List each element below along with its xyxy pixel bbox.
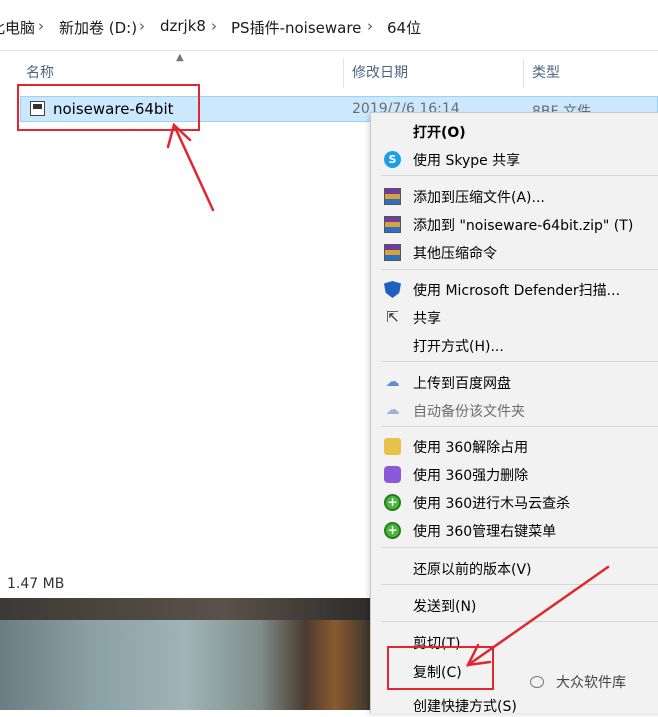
menu-item-label: 使用 360强力删除 [413,468,529,484]
wechat-icon [530,676,544,688]
menu-item-open[interactable]: 打开(O) [371,119,658,143]
menu-item-baidu-upload[interactable]: ☁ 上传到百度网盘 [371,370,658,394]
360-delete-icon [384,466,401,483]
menu-item-share[interactable]: ⇱ 共享 [371,305,658,329]
menu-item-label: 使用 Skype 共享 [413,153,521,169]
menu-separator [381,621,658,622]
menu-item-create-shortcut[interactable]: 创建快捷方式(S) [371,693,658,717]
breadcrumb-this-pc[interactable]: 此电脑 [0,17,35,38]
menu-item-label: 使用 360管理右键菜单 [413,524,557,540]
menu-item-send-to[interactable]: 发送到(N) [371,593,658,617]
watermark-text: 大众软件库 [556,675,626,691]
360-unlock-icon [384,438,401,455]
menu-item-label: 使用 360进行木马云查杀 [413,496,571,512]
menu-separator [381,584,658,585]
menu-item-add-to-zip[interactable]: 添加到 "noiseware-64bit.zip" (T) [371,212,658,236]
menu-item-label: 发送到(N) [413,599,477,615]
menu-item-label: 打开方式(H)... [413,339,504,355]
breadcrumb-dzrjk8[interactable]: dzrjk8 [160,17,206,35]
status-file-size: 1.47 MB [7,576,65,592]
menu-item-restore-versions[interactable]: 还原以前的版本(V) [371,556,658,580]
breadcrumb-separator[interactable]: › [38,17,44,35]
360-menu-icon: + [384,522,401,539]
column-header-date[interactable]: 修改日期 [352,62,408,82]
menu-item-skype-share[interactable]: S 使用 Skype 共享 [371,147,658,171]
menu-item-other-compress[interactable]: 其他压缩命令 [371,240,658,264]
menu-item-label: 添加到 "noiseware-64bit.zip" (T) [413,218,634,234]
menu-item-label: 共享 [413,311,441,327]
breadcrumb-separator[interactable]: › [367,17,373,35]
menu-separator [381,361,658,362]
baidu-cloud-icon: ☁ [385,374,400,390]
skype-icon: S [384,151,401,168]
column-divider[interactable] [523,58,524,88]
menu-item-label: 使用 Microsoft Defender扫描... [413,283,621,299]
share-icon: ⇱ [386,308,399,326]
menu-item-open-with[interactable]: 打开方式(H)... [371,333,658,357]
column-header-type[interactable]: 类型 [532,62,560,82]
menu-item-defender-scan[interactable]: 使用 Microsoft Defender扫描... [371,277,658,301]
column-header-name[interactable]: 名称 [26,62,54,82]
menu-item-baidu-backup[interactable]: ☁ 自动备份该文件夹 [371,398,658,422]
breadcrumb-drive-d[interactable]: 新加卷 (D:) [59,17,137,38]
winrar-icon [384,216,401,233]
menu-item-label: 自动备份该文件夹 [413,404,525,420]
menu-separator [381,547,658,548]
menu-item-360-unlock[interactable]: 使用 360解除占用 [371,434,658,458]
menu-item-360-scan[interactable]: + 使用 360进行木马云查杀 [371,490,658,514]
menu-separator [381,269,658,270]
breadcrumb-64bit[interactable]: 64位 [387,17,421,38]
winrar-icon [384,188,401,205]
winrar-icon [384,244,401,261]
column-divider[interactable] [343,58,344,88]
context-menu: 打开(O) S 使用 Skype 共享 添加到压缩文件(A)... 添加到 "n… [370,112,658,715]
baidu-cloud-icon: ☁ [385,402,400,418]
360-scan-icon: + [384,494,401,511]
breadcrumb-separator[interactable]: › [139,17,145,35]
menu-item-label: 还原以前的版本(V) [413,562,532,578]
menu-item-label: 添加到压缩文件(A)... [413,190,545,206]
defender-shield-icon [384,281,401,298]
menu-item-label: 创建快捷方式(S) [413,699,517,715]
menu-item-label: 使用 360解除占用 [413,440,529,456]
breadcrumb-separator[interactable]: › [211,17,217,35]
address-breadcrumb: 此电脑 › 新加卷 (D:) › dzrjk8 › PS插件-noiseware… [0,0,658,51]
menu-item-add-to-archive[interactable]: 添加到压缩文件(A)... [371,184,658,208]
menu-separator [381,175,658,176]
background-photo [0,598,372,710]
highlight-box-file [17,84,200,131]
menu-item-360-manage-menu[interactable]: + 使用 360管理右键菜单 [371,518,658,542]
menu-item-label: 打开(O) [413,125,466,141]
menu-item-360-delete[interactable]: 使用 360强力删除 [371,462,658,486]
arrow-to-file [166,122,215,212]
highlight-box-copy [387,646,494,690]
sort-ascending-icon: ▲ [176,52,184,63]
menu-separator [381,426,658,427]
menu-item-label: 上传到百度网盘 [413,376,511,392]
breadcrumb-ps-plugin[interactable]: PS插件-noiseware [231,17,361,38]
menu-item-label: 其他压缩命令 [413,246,497,262]
